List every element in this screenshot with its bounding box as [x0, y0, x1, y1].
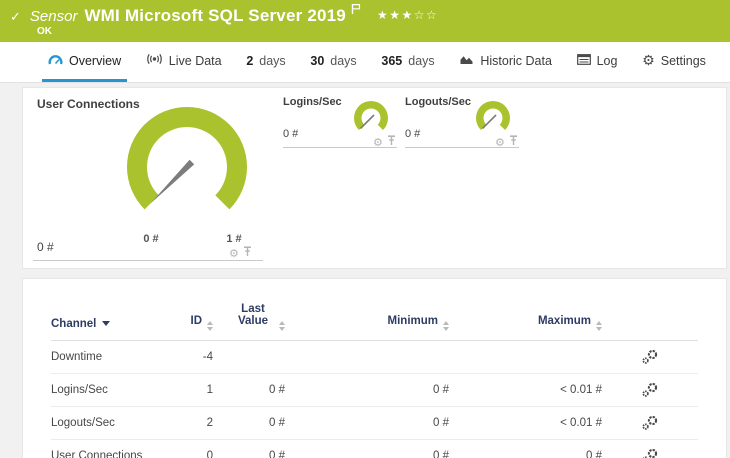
tab-365-days[interactable]: 365 days — [375, 42, 440, 82]
channel-id: -4 — [202, 351, 213, 363]
pin-icon[interactable] — [509, 133, 518, 151]
column-header-maximum[interactable]: Maximum — [449, 315, 602, 331]
logouts-value: 0 # — [405, 128, 421, 140]
divider — [405, 147, 519, 148]
gauge-title-logouts: Logouts/Sec — [405, 96, 472, 108]
gauges-panel: User Connections 0 # 1 # 0 # ⚙ Logins/Se… — [22, 87, 727, 269]
table-header-row: Channel ID Last Value Minimum Maximum — [51, 297, 698, 341]
table-row[interactable]: Downtime -4 — [51, 341, 698, 374]
gear-icon[interactable]: ⚙ — [229, 248, 239, 259]
sort-toggle-icon[interactable] — [443, 321, 449, 331]
gauge-title-logins: Logins/Sec — [283, 96, 342, 108]
divider — [33, 260, 263, 261]
sort-toggle-icon[interactable] — [596, 321, 602, 331]
tab-2-days-number: 2 — [246, 53, 254, 68]
channel-id: 1 — [206, 384, 213, 396]
channel-id: 2 — [206, 417, 213, 429]
channel-id: 0 — [206, 450, 213, 458]
gauge-scale-min: 0 # — [143, 233, 159, 245]
tab-overview[interactable]: Overview — [42, 42, 128, 82]
tab-historic-data[interactable]: Historic Data — [453, 42, 558, 82]
area-chart-icon — [459, 53, 474, 68]
tab-settings[interactable]: ⚙ Settings — [636, 42, 712, 82]
page-title: WMI Microsoft SQL Server 2019 — [84, 6, 346, 25]
user-connections-gauge — [107, 104, 267, 221]
table-row[interactable]: Logins/Sec 1 0 # 0 # < 0.01 # — [51, 374, 698, 407]
sensor-status-bar: ✓ Sensor WMI Microsoft SQL Server 2019 ★… — [0, 0, 730, 42]
stars-empty[interactable]: ☆☆ — [414, 8, 439, 22]
priority-flag-icon[interactable] — [351, 2, 361, 20]
tab-live-data-label: Live Data — [168, 53, 222, 68]
sort-toggle-icon[interactable] — [279, 321, 285, 331]
status-badge: OK — [37, 26, 52, 37]
divider — [283, 147, 397, 148]
channel-maximum: < 0.01 # — [560, 384, 602, 396]
gauge-current-value: 0 # — [37, 240, 54, 254]
column-header-last-value[interactable]: Last Value — [213, 303, 285, 331]
tab-historic-data-label: Historic Data — [480, 53, 552, 68]
channel-settings-icon[interactable] — [602, 448, 698, 458]
tab-365-days-label: days — [408, 53, 435, 68]
channel-last-value: 0 # — [269, 450, 285, 458]
gauge-needle — [359, 114, 375, 130]
tab-bar: Overview Live Data 2 days 30 days 365 da… — [0, 42, 730, 83]
table-row[interactable]: Logouts/Sec 2 0 # 0 # < 0.01 # — [51, 407, 698, 440]
channel-maximum: 0 # — [586, 450, 602, 458]
sort-toggle-icon[interactable] — [207, 321, 213, 331]
last-value-header-label: Last Value — [237, 303, 269, 327]
tab-365-days-number: 365 — [381, 53, 403, 68]
broadcast-icon — [146, 53, 163, 68]
channel-minimum: 0 # — [433, 450, 449, 458]
logins-value: 0 # — [283, 128, 299, 140]
channels-table-panel: Channel ID Last Value Minimum Maximum Do… — [22, 278, 727, 458]
column-header-minimum[interactable]: Minimum — [285, 315, 449, 331]
channel-header-label: Channel — [51, 318, 97, 330]
column-header-id[interactable]: ID — [169, 315, 213, 331]
id-header-label: ID — [190, 315, 203, 327]
column-header-channel[interactable]: Channel — [51, 318, 169, 330]
channel-last-value: 0 # — [269, 384, 285, 396]
status-ok-check-icon: ✓ — [10, 10, 21, 25]
channel-name[interactable]: User Connections — [51, 450, 169, 458]
channel-settings-icon[interactable] — [602, 415, 698, 431]
gear-icon[interactable]: ⚙ — [373, 137, 383, 148]
channel-last-value: 0 # — [269, 417, 285, 429]
tab-log[interactable]: Log — [571, 42, 624, 82]
gauge-needle — [150, 159, 195, 204]
object-kind-label: Sensor — [29, 8, 78, 25]
gear-icon: ⚙ — [642, 52, 655, 69]
maximum-header-label: Maximum — [537, 315, 591, 327]
tab-2-days-label: days — [259, 53, 286, 68]
tab-30-days[interactable]: 30 days — [304, 42, 362, 82]
gear-icon[interactable]: ⚙ — [495, 137, 505, 148]
sort-desc-icon — [102, 321, 111, 326]
stars-filled[interactable]: ★★★ — [377, 8, 414, 22]
minimum-header-label: Minimum — [387, 315, 438, 327]
tab-live-data[interactable]: Live Data — [140, 42, 228, 82]
table-row[interactable]: User Connections 0 0 # 0 # 0 # — [51, 440, 698, 458]
channel-name[interactable]: Logins/Sec — [51, 384, 169, 396]
gauge-needle — [481, 114, 497, 130]
tab-log-label: Log — [596, 53, 618, 68]
channel-name[interactable]: Logouts/Sec — [51, 417, 169, 429]
tab-30-days-number: 30 — [310, 53, 325, 68]
channel-minimum: 0 # — [433, 384, 449, 396]
log-list-icon — [576, 53, 591, 68]
tab-2-days[interactable]: 2 days — [240, 42, 291, 82]
priority-stars[interactable]: ★★★☆☆ — [377, 8, 438, 22]
gauge-actions: ⚙ — [495, 133, 518, 151]
tab-settings-label: Settings — [660, 53, 706, 68]
channel-maximum: < 0.01 # — [560, 417, 602, 429]
channel-minimum: 0 # — [433, 417, 449, 429]
pin-icon[interactable] — [387, 133, 396, 151]
main-content: User Connections 0 # 1 # 0 # ⚙ Logins/Se… — [0, 83, 730, 458]
tab-overview-label: Overview — [69, 53, 122, 68]
channel-settings-icon[interactable] — [602, 349, 698, 365]
tab-30-days-label: days — [330, 53, 357, 68]
gauge-icon — [48, 53, 63, 69]
channel-settings-icon[interactable] — [602, 382, 698, 398]
channel-name[interactable]: Downtime — [51, 351, 169, 363]
gauge-actions: ⚙ — [373, 133, 396, 151]
